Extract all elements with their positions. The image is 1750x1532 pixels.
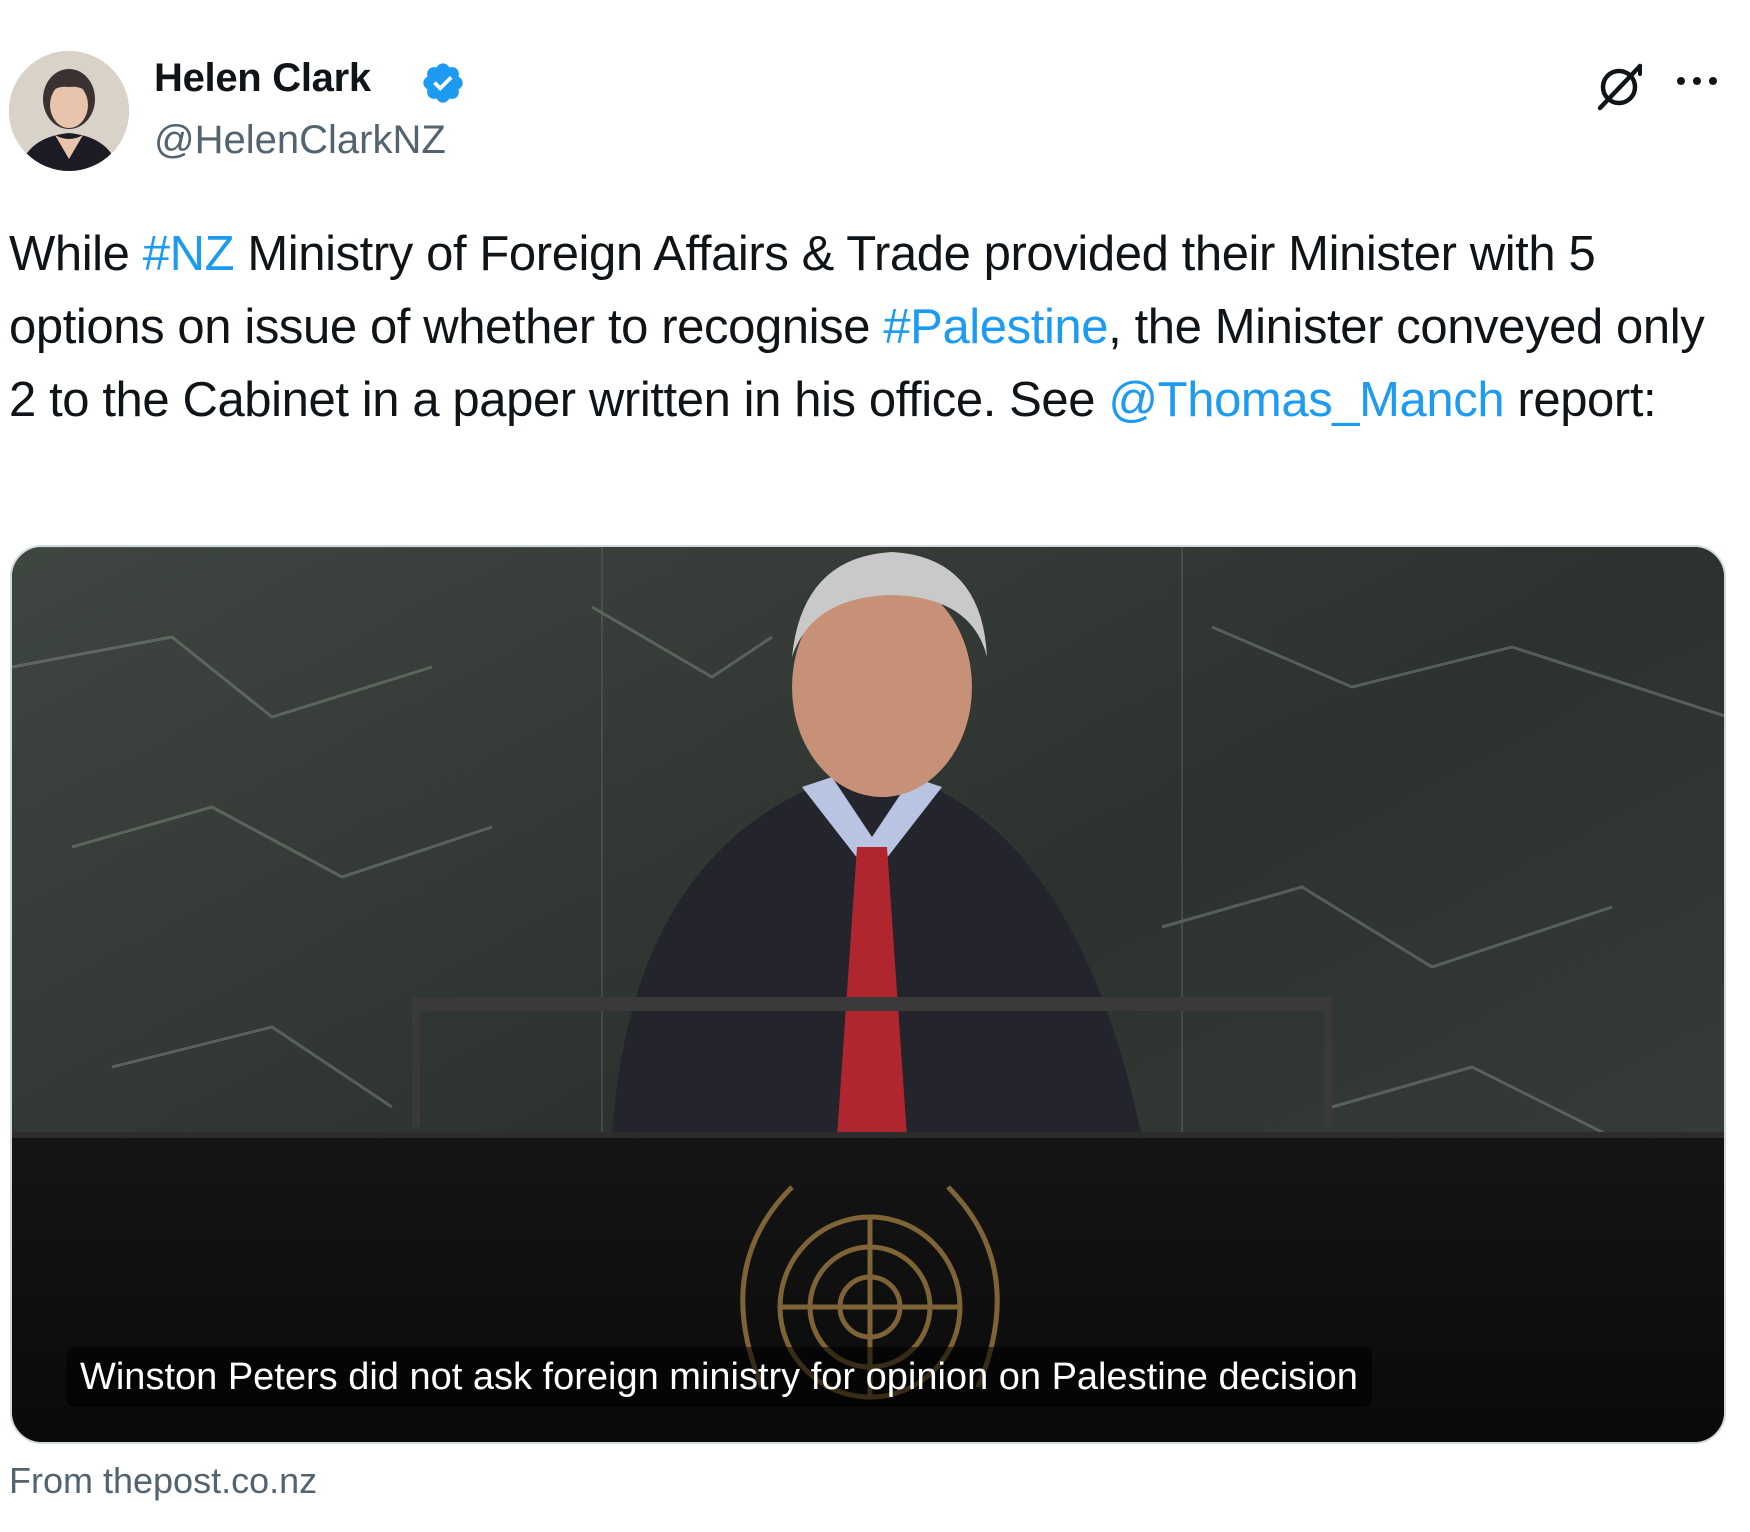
hashtag-nz[interactable]: #NZ xyxy=(143,227,235,281)
card-caption: Winston Peters did not ask foreign minis… xyxy=(66,1347,1372,1407)
grok-slash-icon[interactable] xyxy=(1590,58,1648,116)
link-card[interactable]: Winston Peters did not ask foreign minis… xyxy=(10,545,1726,1444)
author-name[interactable]: Helen Clark xyxy=(154,56,371,101)
tweet: Helen Clark @HelenClarkNZ While #NZ Mini… xyxy=(0,0,1750,1532)
card-image xyxy=(12,547,1724,1442)
hashtag-palestine[interactable]: #Palestine xyxy=(883,300,1108,354)
mention-thomas-manch[interactable]: @Thomas_Manch xyxy=(1108,373,1504,427)
avatar[interactable] xyxy=(9,51,129,171)
verified-badge-icon xyxy=(423,63,463,103)
tweet-text: While #NZ Ministry of Foreign Affairs & … xyxy=(9,218,1729,437)
tweet-text-segment: report: xyxy=(1504,373,1657,427)
card-source[interactable]: From thepost.co.nz xyxy=(9,1460,317,1502)
more-dots-icon[interactable] xyxy=(1672,66,1722,96)
author-handle[interactable]: @HelenClarkNZ xyxy=(154,118,446,163)
tweet-text-segment: While xyxy=(9,227,143,281)
